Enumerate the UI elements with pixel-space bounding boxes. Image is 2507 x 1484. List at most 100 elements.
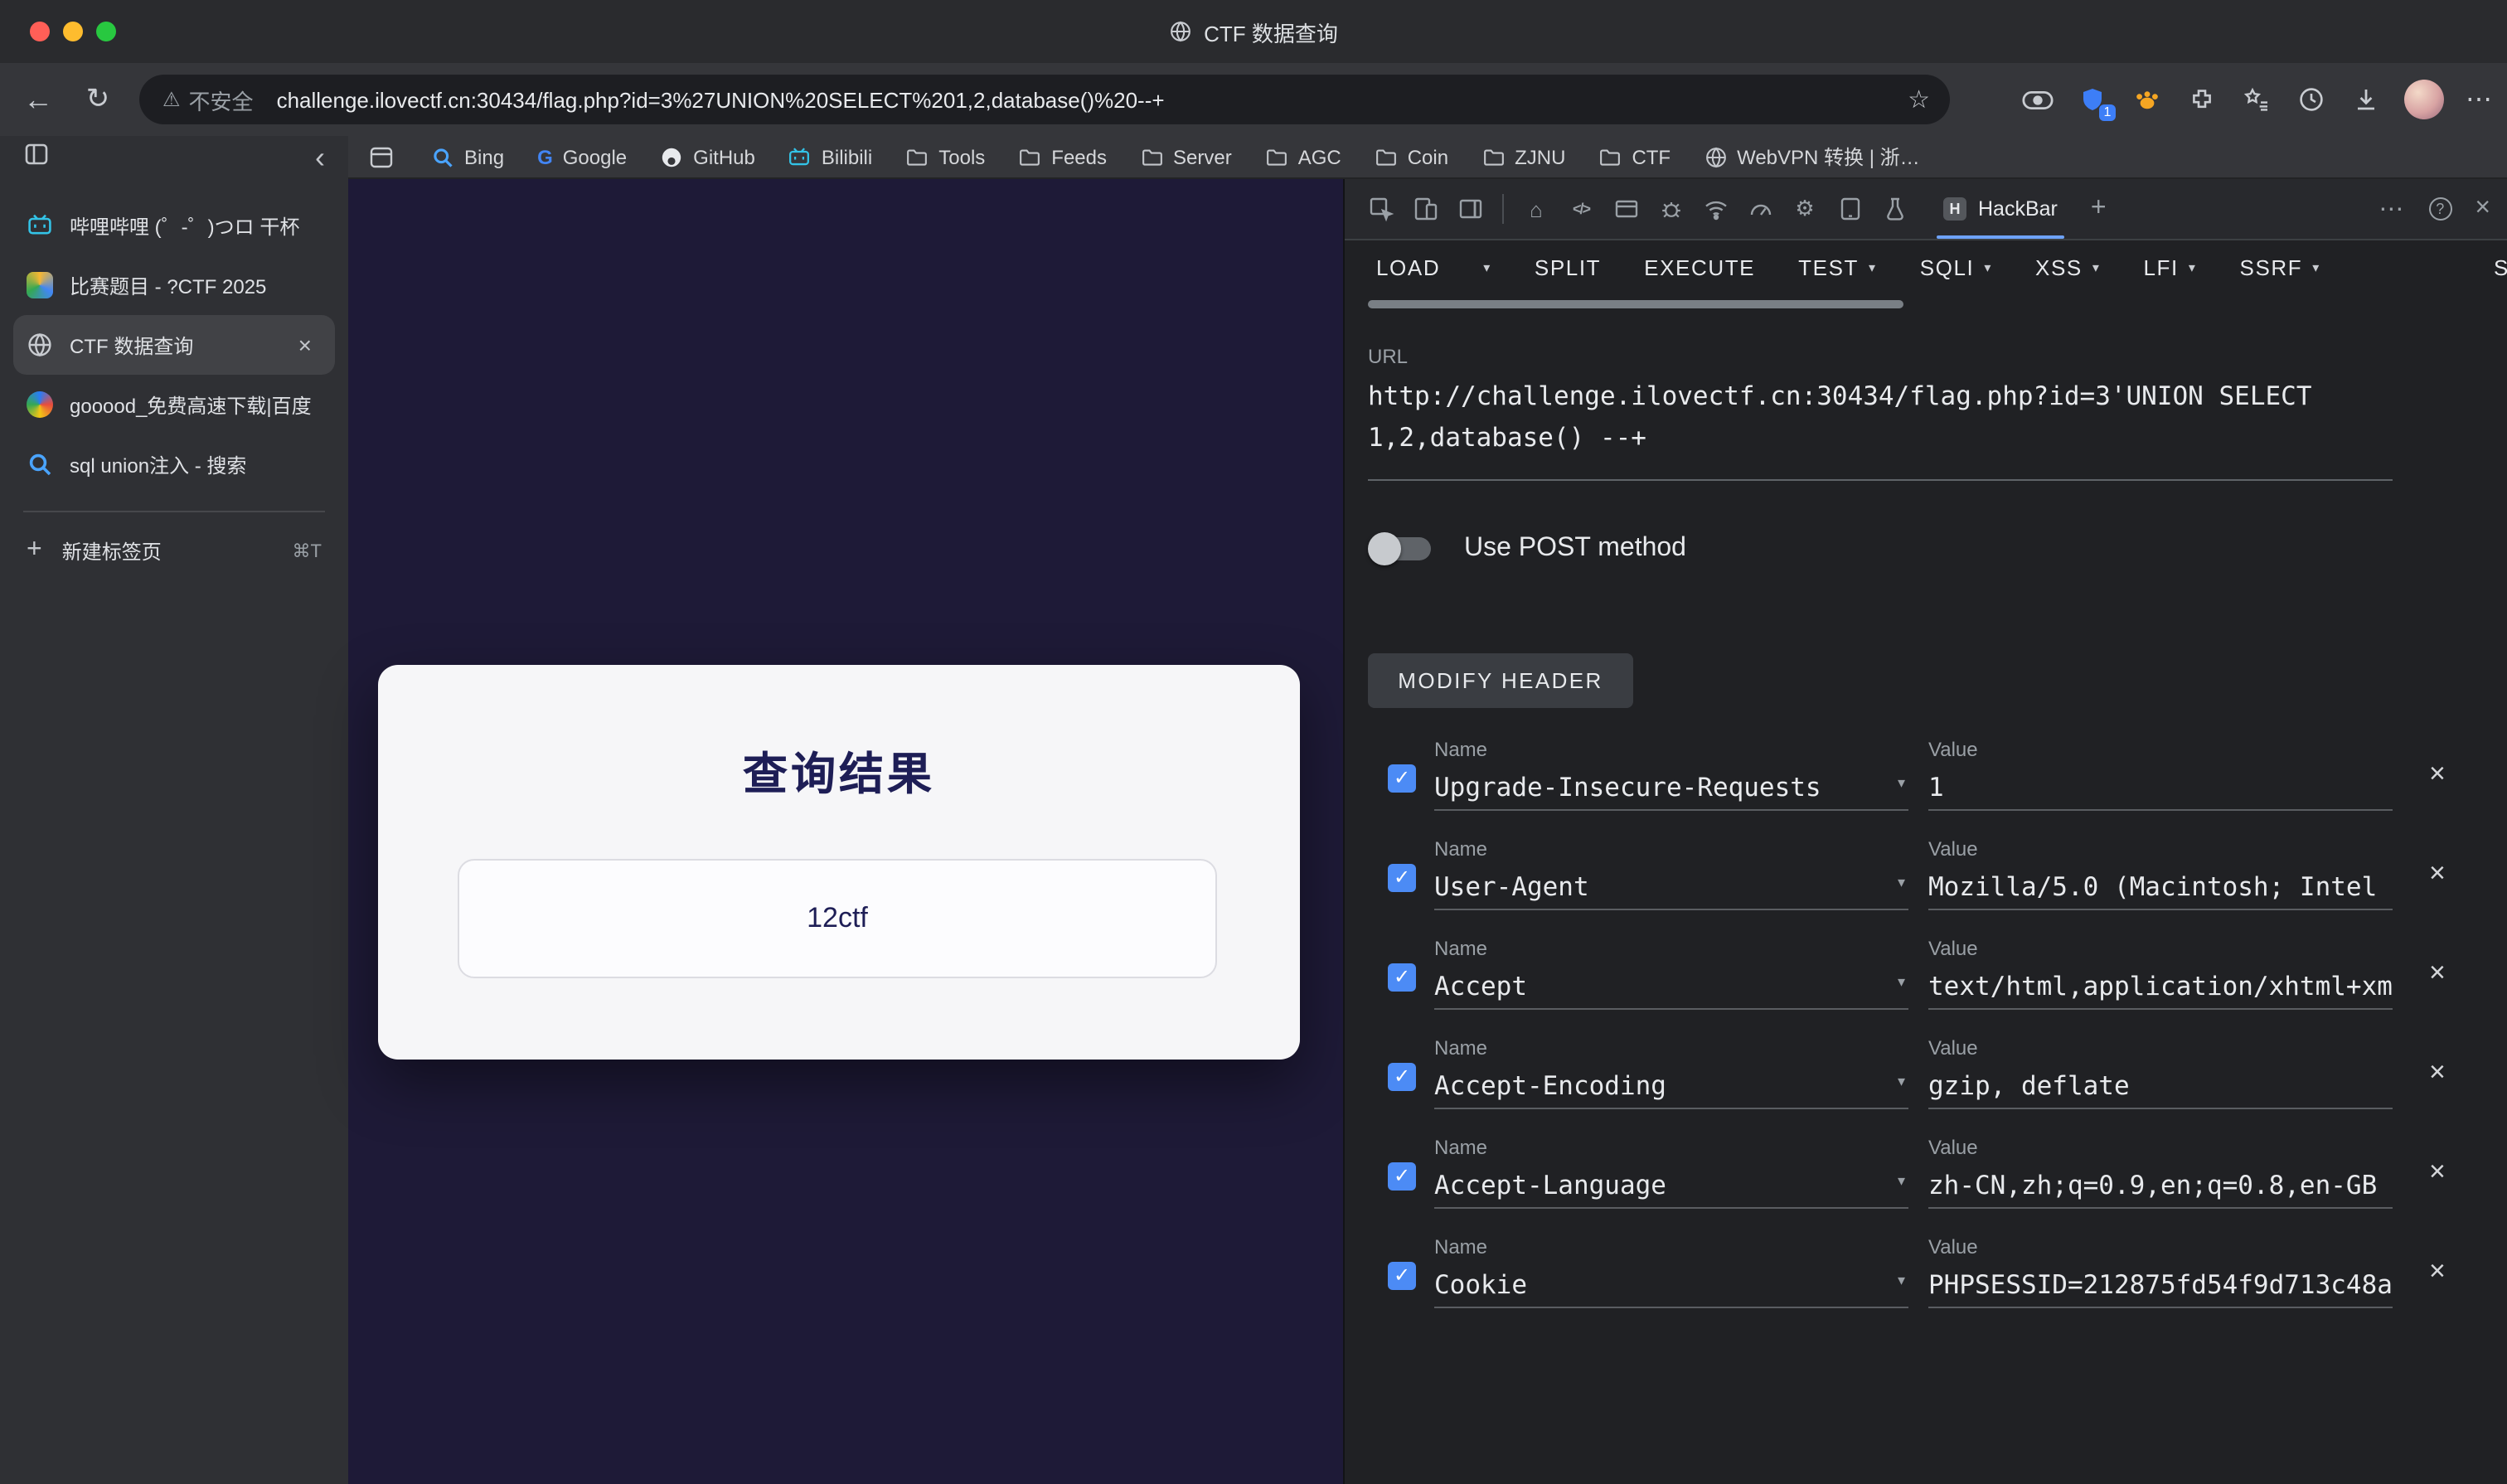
add-panel-icon[interactable]: + [2078, 194, 2120, 224]
remove-header-icon[interactable]: × [2429, 857, 2446, 890]
header-value-field[interactable]: Value gzip, deflate [1928, 1033, 2393, 1109]
dock-side-icon[interactable] [1447, 187, 1492, 230]
sidebar-divider [23, 511, 325, 512]
header-value-field[interactable]: Value PHPSESSID=212875fd54f9d713c48a [1928, 1232, 2393, 1308]
header-value-field[interactable]: Value 1 [1928, 735, 2393, 811]
downloads-icon[interactable] [2349, 83, 2383, 116]
bookmark-github[interactable]: GitHub [660, 145, 755, 168]
settings-gear-icon[interactable]: ⚙ [1782, 187, 1827, 230]
header-checkbox[interactable]: ✓ [1388, 1162, 1416, 1191]
bookmark-star-icon[interactable]: ☆ [1908, 85, 1930, 114]
tab-bilibili[interactable]: 哔哩哔哩 (゜-゜)つロ 干杯 [0, 196, 348, 255]
bookmark-bing[interactable]: Bing [431, 145, 504, 168]
header-checkbox[interactable]: ✓ [1388, 1063, 1416, 1091]
application-panel-icon[interactable] [1827, 187, 1872, 230]
eye-extension-icon[interactable] [2021, 83, 2054, 116]
sqli-menu-button[interactable]: SQLI ▾ [1920, 255, 1992, 280]
tab-ctf-query-active[interactable]: CTF 数据查询 × [13, 315, 335, 375]
chevron-down-icon[interactable]: ▾ [1898, 1272, 1905, 1290]
refresh-icon[interactable]: ↻ [80, 81, 116, 118]
header-name-field[interactable]: Name Accept ▾ [1434, 934, 1908, 1010]
remove-header-icon[interactable]: × [2429, 758, 2446, 791]
tab-panel-icon[interactable] [23, 140, 50, 175]
header-checkbox[interactable]: ✓ [1388, 1262, 1416, 1290]
bookmark-folder-tools[interactable]: Tools [905, 145, 985, 168]
load-button[interactable]: LOAD [1376, 255, 1440, 280]
favorites-collections-icon[interactable] [2240, 83, 2273, 116]
header-value-field[interactable]: Value zh-CN,zh;q=0.9,en;q=0.8,en-GB [1928, 1132, 2393, 1209]
bookmark-folder-feeds[interactable]: Feeds [1018, 145, 1107, 168]
back-icon[interactable]: ← [20, 81, 56, 118]
bookmark-webvpn[interactable]: WebVPN 转换 | 浙… [1704, 143, 1920, 171]
modify-header-button[interactable]: MODIFY HEADER [1368, 653, 1633, 708]
header-name-field[interactable]: Name Upgrade-Insecure-Requests ▾ [1434, 735, 1908, 811]
shield-extension-icon[interactable]: 1 [2076, 83, 2109, 116]
bookmark-folder-agc[interactable]: AGC [1265, 145, 1341, 168]
header-name-field[interactable]: Name Cookie ▾ [1434, 1232, 1908, 1308]
header-row: ✓ Name Cookie ▾ Value PHPSESSID=212875fd… [1368, 1229, 2507, 1328]
history-icon[interactable] [2295, 83, 2328, 116]
test-menu-button[interactable]: TEST ▾ [1798, 255, 1877, 280]
remove-header-icon[interactable]: × [2429, 1156, 2446, 1189]
inspect-element-icon[interactable] [1358, 187, 1403, 230]
header-checkbox[interactable]: ✓ [1388, 963, 1416, 992]
bookmark-google[interactable]: G Google [537, 145, 627, 168]
bookmark-folder-zjnu[interactable]: ZJNU [1481, 145, 1565, 168]
security-label[interactable]: 不安全 [189, 84, 254, 115]
bookmark-folder-server[interactable]: Server [1140, 145, 1232, 168]
chevron-down-icon[interactable]: ▾ [1898, 1073, 1905, 1091]
header-value-field[interactable]: Value text/html,application/xhtml+xml [1928, 934, 2393, 1010]
experiments-flask-icon[interactable] [1872, 187, 1917, 230]
extensions-puzzle-icon[interactable] [2185, 83, 2218, 116]
chevron-down-icon[interactable]: ▾ [1898, 1172, 1905, 1191]
chevron-down-icon[interactable]: ▾ [1898, 874, 1905, 892]
tab-netdisk[interactable]: gooood_免费高速下载|百度 [0, 375, 348, 434]
elements-panel-icon[interactable]: </> [1559, 187, 1603, 230]
remove-header-icon[interactable]: × [2429, 957, 2446, 990]
bookmark-bilibili[interactable]: Bilibili [788, 145, 872, 168]
url-text[interactable]: challenge.ilovectf.cn:30434/flag.php?id=… [277, 87, 1892, 112]
help-icon[interactable]: ? [2428, 197, 2451, 221]
post-method-toggle[interactable] [1375, 537, 1431, 560]
home-panel-icon[interactable]: ⌂ [1514, 187, 1559, 230]
remove-header-icon[interactable]: × [2429, 1255, 2446, 1288]
paw-extension-icon[interactable] [2131, 83, 2164, 116]
collapse-sidebar-icon[interactable]: ‹ [315, 144, 325, 171]
bug-panel-icon[interactable] [1648, 187, 1693, 230]
tab-ctf2025[interactable]: 比赛题目 - ?CTF 2025 [0, 255, 348, 315]
bookmark-folder-ctf[interactable]: CTF [1598, 145, 1671, 168]
new-tab-button[interactable]: + 新建标签页 ⌘T [0, 522, 348, 579]
address-bar[interactable]: ⚠ 不安全 challenge.ilovectf.cn:30434/flag.p… [139, 75, 1950, 124]
header-name-field[interactable]: Name Accept-Language ▾ [1434, 1132, 1908, 1209]
ssrf-menu-button[interactable]: SSRF ▾ [2240, 255, 2320, 280]
execute-button[interactable]: EXECUTE [1644, 255, 1755, 280]
remove-header-icon[interactable]: × [2429, 1056, 2446, 1089]
header-checkbox[interactable]: ✓ [1388, 864, 1416, 892]
query-result-value: 12ctf [458, 859, 1217, 978]
device-toolbar-icon[interactable] [1403, 187, 1447, 230]
header-checkbox[interactable]: ✓ [1388, 764, 1416, 793]
devtools-menu-icon[interactable]: ⋯ [2378, 194, 2405, 224]
load-dropdown-icon[interactable]: ▾ [1483, 260, 1491, 275]
url-textarea[interactable]: http://challenge.ilovectf.cn:30434/flag.… [1368, 376, 2393, 481]
xss-menu-button[interactable]: XSS ▾ [2035, 255, 2101, 280]
console-panel-icon[interactable] [1603, 187, 1648, 230]
header-name-field[interactable]: Name User-Agent ▾ [1434, 834, 1908, 910]
shell-menu-button[interactable]: SHELL [2494, 255, 2507, 280]
bookmark-folder-coin[interactable]: Coin [1375, 145, 1448, 168]
close-devtools-icon[interactable]: × [2475, 194, 2490, 224]
split-button[interactable]: SPLIT [1535, 255, 1601, 280]
header-value-field[interactable]: Value Mozilla/5.0 (Macintosh; Intel [1928, 834, 2393, 910]
chevron-down-icon[interactable]: ▾ [1898, 774, 1905, 793]
reading-list-icon[interactable] [365, 140, 398, 173]
chevron-down-icon[interactable]: ▾ [1898, 973, 1905, 992]
browser-menu-icon[interactable]: ⋯ [2466, 83, 2494, 116]
profile-avatar[interactable] [2404, 80, 2444, 119]
lfi-menu-button[interactable]: LFI ▾ [2144, 255, 2197, 280]
tab-sql-search[interactable]: sql union注入 - 搜索 [0, 434, 348, 494]
performance-panel-icon[interactable] [1738, 187, 1782, 230]
header-name-field[interactable]: Name Accept-Encoding ▾ [1434, 1033, 1908, 1109]
close-tab-icon[interactable]: × [292, 332, 318, 358]
tab-hackbar[interactable]: H HackBar [1923, 179, 2078, 239]
network-panel-icon[interactable] [1693, 187, 1738, 230]
